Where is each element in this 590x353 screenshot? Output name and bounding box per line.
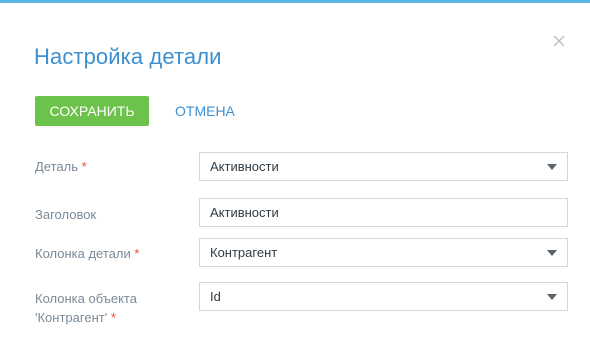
object-column-select[interactable]: Id <box>199 282 568 311</box>
close-icon[interactable] <box>551 33 567 49</box>
object-column-label: Колонка объекта 'Контрагент' * <box>35 289 137 327</box>
object-column-label-line2: 'Контрагент' <box>35 310 108 325</box>
detail-select[interactable]: Активности <box>199 152 568 181</box>
cancel-button[interactable]: ОТМЕНА <box>170 96 240 126</box>
required-mark: * <box>110 310 116 325</box>
chevron-down-icon <box>547 294 557 300</box>
dialog-title: Настройка детали <box>34 44 222 69</box>
save-button[interactable]: СОХРАНИТЬ <box>35 96 149 126</box>
caption-label: Заголовок <box>35 205 96 224</box>
detail-column-select[interactable]: Контрагент <box>199 238 568 267</box>
detail-select-value: Активности <box>210 159 279 174</box>
required-mark: * <box>134 246 140 261</box>
detail-column-label-text: Колонка детали <box>35 246 131 261</box>
detail-label-text: Деталь <box>35 159 78 174</box>
chevron-down-icon <box>547 250 557 256</box>
chevron-down-icon <box>547 164 557 170</box>
caption-input[interactable] <box>210 200 550 225</box>
object-column-select-value: Id <box>210 289 221 304</box>
required-mark: * <box>81 159 87 174</box>
object-column-label-line1: Колонка объекта <box>35 291 137 306</box>
detail-label: Деталь * <box>35 157 87 176</box>
detail-column-select-value: Контрагент <box>210 245 278 260</box>
detail-column-label: Колонка детали * <box>35 244 139 263</box>
caption-label-text: Заголовок <box>35 207 97 222</box>
detail-settings-dialog: Настройка детали СОХРАНИТЬ ОТМЕНА Деталь… <box>0 0 590 353</box>
caption-field[interactable] <box>199 198 568 227</box>
